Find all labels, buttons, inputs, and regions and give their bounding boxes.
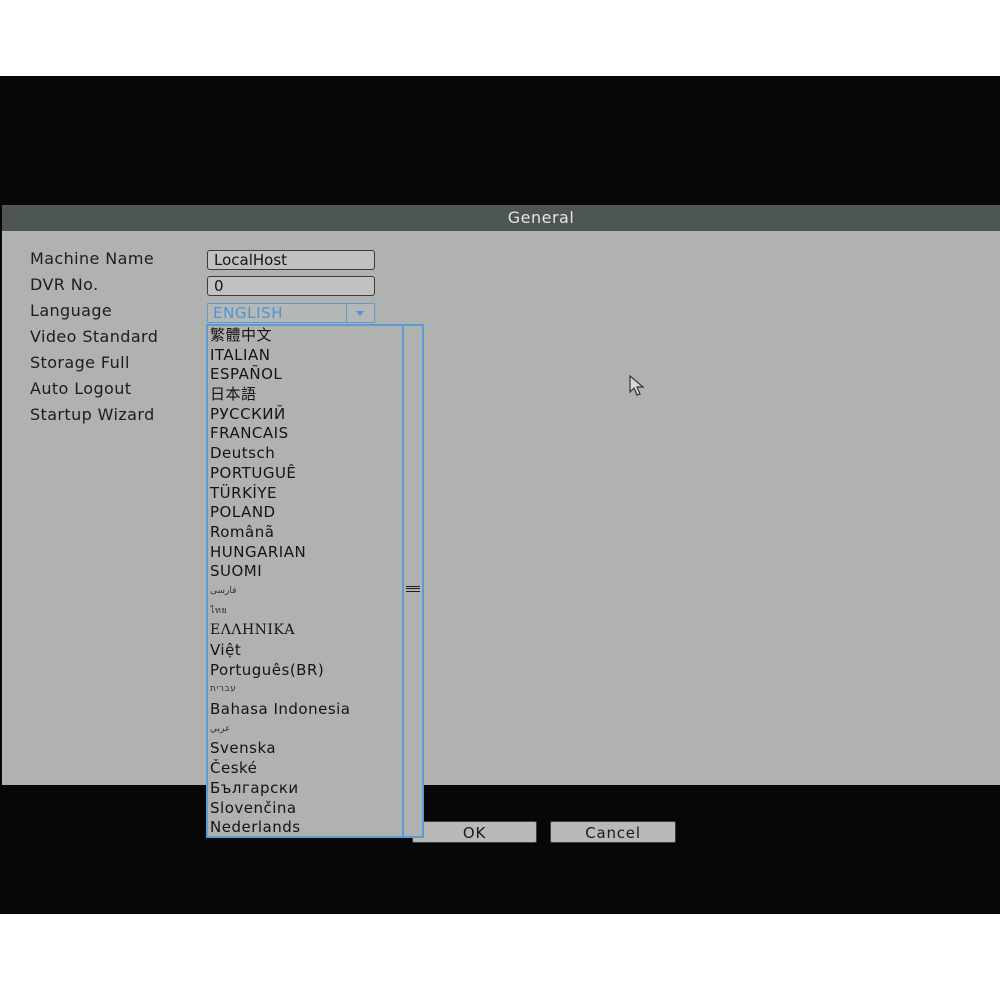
language-option[interactable]: Български bbox=[210, 779, 406, 799]
monitor-screen: General Machine Name LocalHost DVR No. 0… bbox=[0, 76, 1000, 914]
language-select[interactable]: ENGLISH bbox=[207, 303, 375, 323]
language-options: 繁體中文 ITALIAN ESPAÑOL 日本語 РУССКИЙ FRANCAIS Deut… bbox=[210, 326, 406, 836]
startup-wizard-label: Startup Wizard bbox=[30, 405, 155, 424]
scroll-grip-icon[interactable] bbox=[406, 584, 420, 612]
language-option[interactable]: ITALIAN bbox=[210, 346, 406, 366]
language-option[interactable]: عربي bbox=[210, 720, 406, 740]
language-option[interactable]: FRANCAIS bbox=[210, 424, 406, 444]
auto-logout-label: Auto Logout bbox=[30, 379, 132, 398]
language-option[interactable]: Nederlands bbox=[210, 818, 406, 836]
language-option[interactable]: עברית bbox=[210, 680, 406, 700]
language-option[interactable]: 日本語 bbox=[210, 385, 406, 405]
language-option[interactable]: Português(BR) bbox=[210, 661, 406, 681]
language-option[interactable]: ΕΛΛΗΝΙΚΑ bbox=[210, 621, 406, 641]
language-option[interactable]: POLAND bbox=[210, 503, 406, 523]
general-dialog: General Machine Name LocalHost DVR No. 0… bbox=[2, 205, 1000, 843]
language-option[interactable]: РУССКИЙ bbox=[210, 405, 406, 425]
language-label: Language bbox=[30, 301, 113, 320]
video-standard-label: Video Standard bbox=[30, 327, 159, 346]
language-option[interactable]: Românã bbox=[210, 523, 406, 543]
language-option[interactable]: TÜRKİYE bbox=[210, 484, 406, 504]
dvr-no-input[interactable]: 0 bbox=[207, 276, 375, 296]
language-option[interactable]: Việt bbox=[210, 641, 406, 661]
language-option[interactable]: ESPAÑOL bbox=[210, 365, 406, 385]
mouse-pointer-icon bbox=[629, 375, 645, 396]
language-dropdown-list[interactable]: 繁體中文 ITALIAN ESPAÑOL 日本語 РУССКИЙ FRANCAIS Deut… bbox=[206, 324, 424, 838]
language-option[interactable]: HUNGARIAN bbox=[210, 543, 406, 563]
language-select-value: ENGLISH bbox=[213, 304, 284, 322]
machine-name-label: Machine Name bbox=[30, 249, 155, 268]
language-option[interactable]: České bbox=[210, 759, 406, 779]
language-option[interactable]: Bahasa Indonesia bbox=[210, 700, 406, 720]
language-option[interactable]: فارسی bbox=[210, 582, 406, 602]
chevron-down-icon[interactable] bbox=[346, 304, 374, 322]
dialog-title: General bbox=[2, 205, 1000, 231]
storage-full-label: Storage Full bbox=[30, 353, 130, 372]
language-option[interactable]: SUOMI bbox=[210, 562, 406, 582]
language-option[interactable]: Svenska bbox=[210, 739, 406, 759]
language-option[interactable]: 繁體中文 bbox=[210, 326, 406, 346]
ok-button[interactable]: OK bbox=[412, 821, 537, 843]
machine-name-input[interactable]: LocalHost bbox=[207, 250, 375, 270]
language-option[interactable]: Slovenčina bbox=[210, 799, 406, 819]
dropdown-scrollbar[interactable] bbox=[402, 326, 422, 836]
dvr-no-label: DVR No. bbox=[30, 275, 99, 294]
language-option[interactable]: Deutsch bbox=[210, 444, 406, 464]
cancel-button[interactable]: Cancel bbox=[550, 821, 676, 843]
language-option[interactable]: ไทย bbox=[210, 602, 406, 622]
language-option[interactable]: PORTUGUÊ bbox=[210, 464, 406, 484]
